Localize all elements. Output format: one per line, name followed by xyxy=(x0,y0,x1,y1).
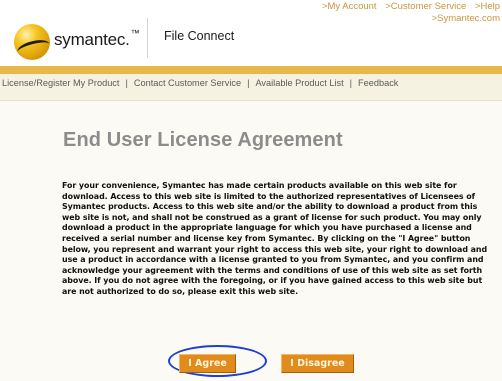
header: symantec.™ File Connect >My Account >Cus… xyxy=(0,0,502,66)
help-link[interactable]: >Help xyxy=(475,1,500,12)
nav-links: License/Register My Product | Contact Cust… xyxy=(2,78,498,88)
nav-feedback[interactable]: Feedback xyxy=(358,78,398,88)
symantec-logo[interactable]: symantec.™ xyxy=(14,24,156,60)
top-links: >My Account >Customer Service >Help >Sym… xyxy=(316,1,500,25)
header-accent-bar xyxy=(0,66,502,74)
nav-bar: License/Register My Product | Contact Cust… xyxy=(0,74,502,101)
page: symantec.™ File Connect >My Account >Cus… xyxy=(0,0,502,381)
page-title: End User License Agreement xyxy=(63,129,343,151)
app-title: File Connect xyxy=(164,29,235,43)
nav-separator: | xyxy=(125,78,128,88)
symantec-ball-icon xyxy=(14,24,52,60)
nav-separator: | xyxy=(349,78,353,88)
nav-available-product-list[interactable]: Available Product List xyxy=(255,78,343,88)
my-account-link[interactable]: >My Account xyxy=(322,1,377,12)
nav-contact-customer-service[interactable]: Contact Customer Service xyxy=(134,78,241,88)
brand-name: symantec.™ xyxy=(54,28,140,49)
customer-service-link[interactable]: >Customer Service xyxy=(385,1,466,12)
eula-text: For your convenience, Symantec has made … xyxy=(62,181,488,296)
nav-separator: | xyxy=(247,78,250,88)
header-divider xyxy=(147,18,148,58)
nav-license-register[interactable]: License/Register My Product xyxy=(2,78,119,88)
i-disagree-button[interactable]: I Disagree xyxy=(281,354,354,373)
i-agree-button[interactable]: I Agree xyxy=(179,354,236,373)
symantec-com-link[interactable]: >Symantec.com xyxy=(432,13,500,24)
